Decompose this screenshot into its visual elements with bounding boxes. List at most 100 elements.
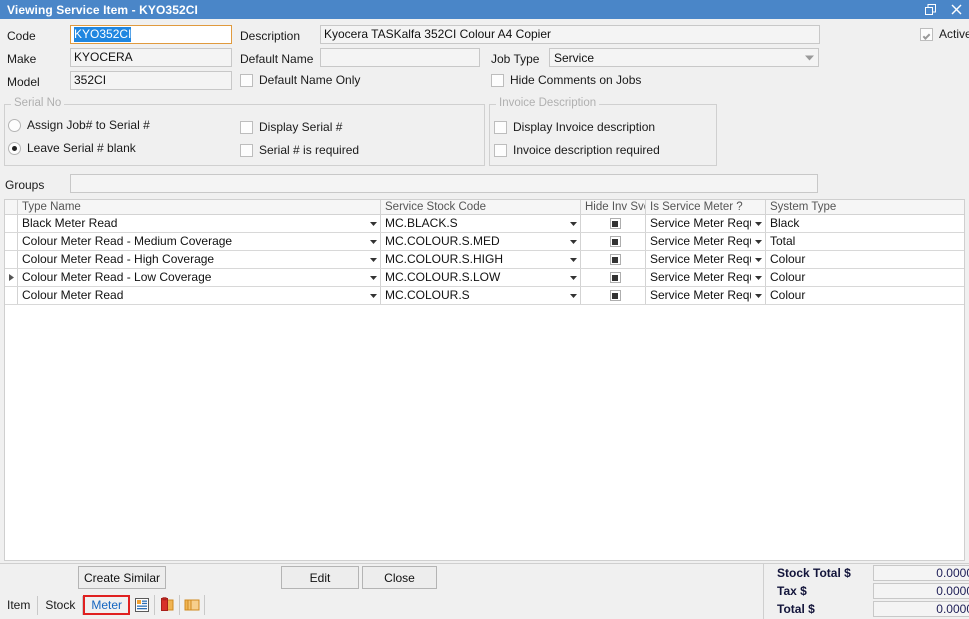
tab-meter[interactable]: Meter <box>83 595 131 615</box>
display-invoice-description-checkbox[interactable]: Display Invoice description <box>494 120 655 134</box>
hide-inv-svc-checkbox[interactable] <box>609 236 621 247</box>
cell-type-name[interactable]: Colour Meter Read - Medium Coverage <box>18 233 381 250</box>
restore-icon[interactable] <box>917 0 943 19</box>
chevron-down-icon[interactable] <box>751 221 765 226</box>
grid-header-service-stock-code[interactable]: Service Stock Code <box>381 200 581 214</box>
bottom-tab-bar: Item Stock Meter <box>0 594 763 616</box>
grid-header-is-service-meter[interactable]: Is Service Meter ? <box>646 200 766 214</box>
chevron-down-icon[interactable] <box>366 275 380 280</box>
cell-hide-inv-svc[interactable] <box>581 287 646 304</box>
cell-stock-code[interactable]: MC.BLACK.S <box>381 215 581 232</box>
chevron-down-icon[interactable] <box>566 257 580 262</box>
chevron-down-icon[interactable] <box>366 221 380 226</box>
grid-header-system-type[interactable]: System Type <box>766 200 964 214</box>
grid-header-row: Type Name Service Stock Code Hide Inv Sv… <box>5 200 964 215</box>
cell-type-name[interactable]: Black Meter Read <box>18 215 381 232</box>
leave-serial-blank-radio[interactable]: Leave Serial # blank <box>8 141 136 155</box>
cell-stock-code[interactable]: MC.COLOUR.S.MED <box>381 233 581 250</box>
copy-folders-icon[interactable] <box>180 595 206 615</box>
chevron-down-icon[interactable] <box>751 257 765 262</box>
cell-system-type[interactable]: Colour <box>766 251 964 268</box>
cell-type-name[interactable]: Colour Meter Read - Low Coverage <box>18 269 381 286</box>
job-type-select[interactable]: Service <box>549 48 819 67</box>
serial-required-label: Serial # is required <box>259 143 360 157</box>
close-button[interactable]: Close <box>362 566 437 589</box>
assign-job-to-serial-radio[interactable]: Assign Job# to Serial # <box>8 118 150 132</box>
form-document-icon[interactable] <box>130 595 156 615</box>
hide-comments-on-jobs-checkbox[interactable]: Hide Comments on Jobs <box>491 73 641 87</box>
description-input[interactable]: Kyocera TASKalfa 352CI Colour A4 Copier <box>320 25 820 44</box>
groups-input[interactable] <box>70 174 818 193</box>
code-input[interactable]: KYO352CI <box>70 25 232 44</box>
close-icon[interactable] <box>943 0 969 19</box>
cell-is-service-meter-text: Service Meter Require <box>650 288 751 302</box>
cell-system-type[interactable]: Colour <box>766 269 964 286</box>
tab-stock[interactable]: Stock <box>38 595 84 615</box>
chevron-down-icon[interactable] <box>366 257 380 262</box>
hide-inv-svc-checkbox[interactable] <box>609 290 621 301</box>
cell-hide-inv-svc[interactable] <box>581 215 646 232</box>
model-input[interactable]: 352CI <box>70 71 232 90</box>
invoice-description-group-caption: Invoice Description <box>496 97 600 109</box>
cell-type-name[interactable]: Colour Meter Read - High Coverage <box>18 251 381 268</box>
table-row[interactable]: Black Meter Read MC.BLACK.S Service Mete… <box>5 215 964 233</box>
cell-system-type-text: Colour <box>770 270 806 284</box>
chevron-down-icon[interactable] <box>366 239 380 244</box>
cell-hide-inv-svc[interactable] <box>581 251 646 268</box>
cell-stock-code-text: MC.COLOUR.S <box>385 288 470 302</box>
cell-type-name-text: Colour Meter Read - Medium Coverage <box>22 234 233 248</box>
chevron-down-icon[interactable] <box>751 293 765 298</box>
active-checkbox[interactable]: Active <box>920 27 969 41</box>
chevron-down-icon[interactable] <box>566 221 580 226</box>
cell-system-type[interactable]: Black <box>766 215 964 232</box>
meter-grid[interactable]: Type Name Service Stock Code Hide Inv Sv… <box>4 199 965 561</box>
cell-stock-code[interactable]: MC.COLOUR.S.HIGH <box>381 251 581 268</box>
chevron-down-icon[interactable] <box>566 293 580 298</box>
cell-type-name[interactable]: Colour Meter Read <box>18 287 381 304</box>
chevron-down-icon[interactable] <box>566 275 580 280</box>
chevron-down-icon[interactable] <box>566 239 580 244</box>
default-name-input[interactable] <box>320 48 480 67</box>
table-row[interactable]: Colour Meter Read - Medium Coverage MC.C… <box>5 233 964 251</box>
table-row[interactable]: Colour Meter Read MC.COLOUR.S Service Me… <box>5 287 964 305</box>
serial-required-checkbox[interactable]: Serial # is required <box>240 143 359 157</box>
cell-stock-code[interactable]: MC.COLOUR.S <box>381 287 581 304</box>
chevron-down-icon[interactable] <box>801 49 818 66</box>
cell-is-service-meter-text: Service Meter Require <box>650 270 751 284</box>
total-value: 0.0000 <box>873 601 969 617</box>
cell-is-service-meter[interactable]: Service Meter Require <box>646 251 766 268</box>
display-serial-checkbox[interactable]: Display Serial # <box>240 120 342 134</box>
cell-type-name-text: Colour Meter Read - High Coverage <box>22 252 215 266</box>
cell-stock-code[interactable]: MC.COLOUR.S.LOW <box>381 269 581 286</box>
cell-hide-inv-svc[interactable] <box>581 269 646 286</box>
cell-is-service-meter[interactable]: Service Meter Require <box>646 233 766 250</box>
grid-header-hide-inv-svc[interactable]: Hide Inv Svc <box>581 200 646 214</box>
clipboard-icon[interactable] <box>155 595 181 615</box>
tax-value-text: 0.0000 <box>936 584 969 598</box>
default-name-only-checkbox[interactable]: Default Name Only <box>240 73 360 87</box>
table-row[interactable]: Colour Meter Read - Low Coverage MC.COLO… <box>5 269 964 287</box>
grid-header-type-name[interactable]: Type Name <box>18 200 381 214</box>
chevron-down-icon[interactable] <box>751 275 765 280</box>
make-input[interactable]: KYOCERA <box>70 48 232 67</box>
tab-item[interactable]: Item <box>0 595 39 615</box>
chevron-down-icon[interactable] <box>366 293 380 298</box>
hide-inv-svc-checkbox[interactable] <box>609 254 621 265</box>
hide-inv-svc-checkbox[interactable] <box>609 218 621 229</box>
chevron-down-icon[interactable] <box>751 239 765 244</box>
edit-button[interactable]: Edit <box>281 566 359 589</box>
invoice-description-required-checkbox[interactable]: Invoice description required <box>494 143 660 157</box>
cell-is-service-meter[interactable]: Service Meter Require <box>646 287 766 304</box>
cell-is-service-meter[interactable]: Service Meter Require <box>646 215 766 232</box>
cell-system-type[interactable]: Total <box>766 233 964 250</box>
cell-system-type-text: Black <box>770 216 800 230</box>
tax-value: 0.0000 <box>873 583 969 599</box>
cell-hide-inv-svc[interactable] <box>581 233 646 250</box>
cell-type-name-text: Black Meter Read <box>22 216 118 230</box>
table-row[interactable]: Colour Meter Read - High Coverage MC.COL… <box>5 251 964 269</box>
hide-inv-svc-checkbox[interactable] <box>609 272 621 283</box>
create-similar-button[interactable]: Create Similar <box>78 566 166 589</box>
cell-is-service-meter[interactable]: Service Meter Require <box>646 269 766 286</box>
hide-comments-on-jobs-label: Hide Comments on Jobs <box>510 73 642 87</box>
cell-system-type[interactable]: Colour <box>766 287 964 304</box>
